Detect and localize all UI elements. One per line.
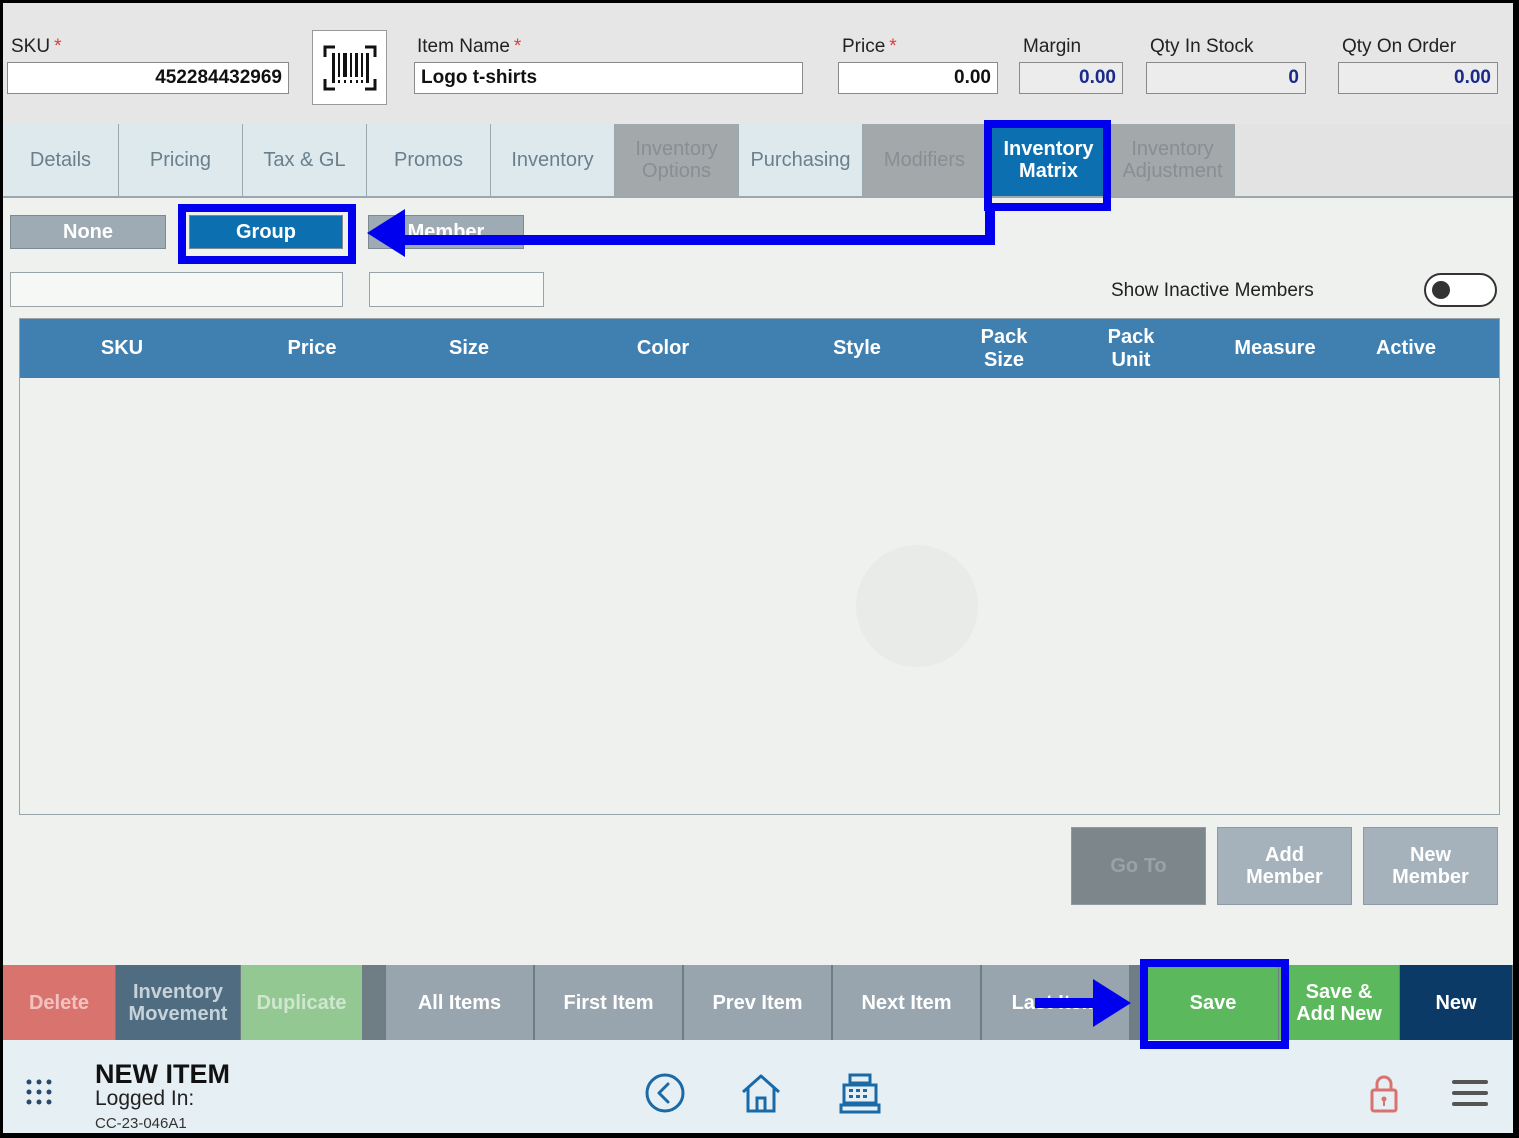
annotation-arrows <box>367 209 1131 1027</box>
arrow-to-save-icon <box>1093 979 1131 1027</box>
item-editor-window: SKU * 452284432969 Item Name * Logo t-shir… <box>3 3 1513 1133</box>
arrow-to-group-icon <box>367 209 405 257</box>
